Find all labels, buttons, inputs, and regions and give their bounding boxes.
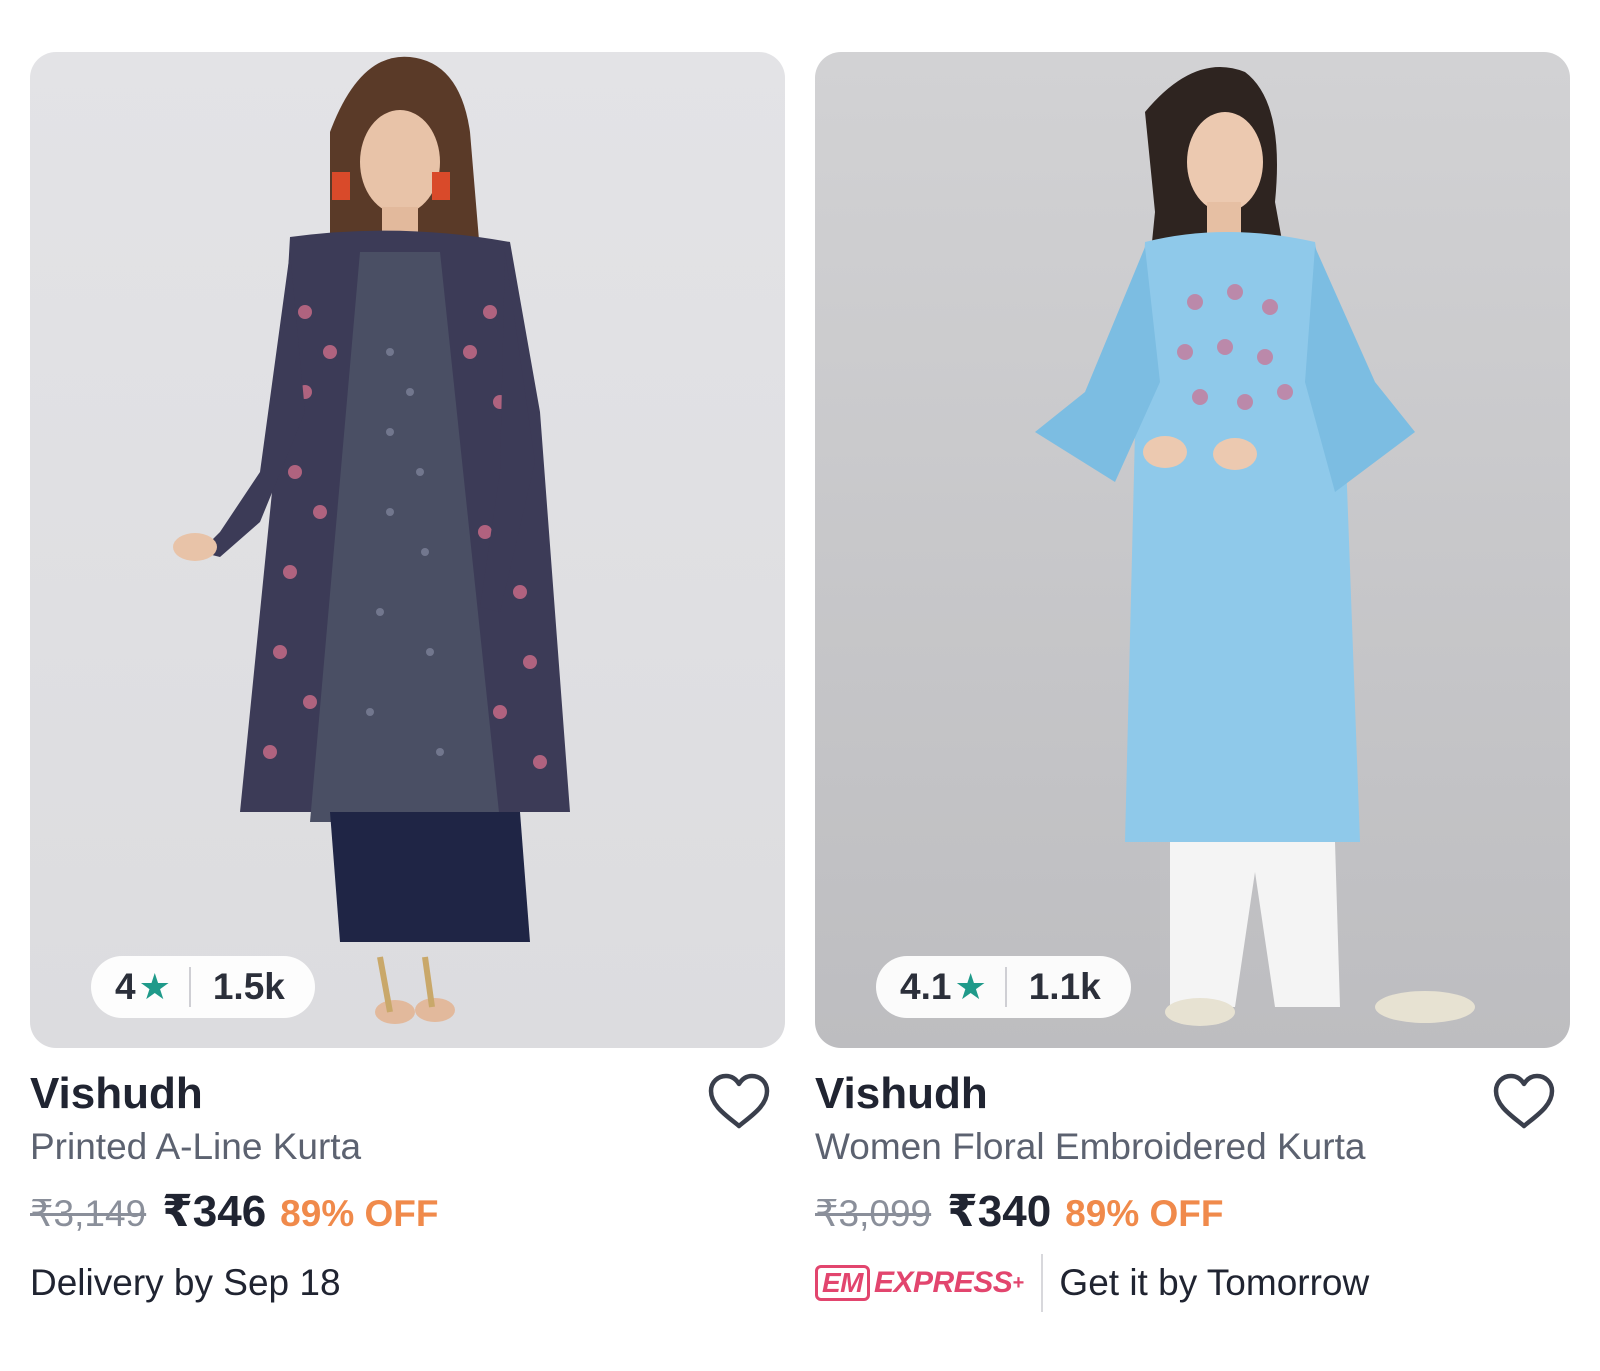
sale-price: ₹340 [947, 1187, 1052, 1236]
express-logo-icon: EM [815, 1265, 870, 1301]
wishlist-button[interactable] [1492, 1072, 1556, 1132]
delivery-row: Delivery by Sep 18 [30, 1254, 785, 1312]
delivery-row: EM EXPRESS + Get it by Tomorrow [815, 1254, 1570, 1312]
express-plus: + [1012, 1271, 1024, 1294]
price-row: ₹3,149 ₹346 89% OFF [30, 1186, 785, 1236]
product-photo [173, 56, 570, 1024]
product-photo [1035, 67, 1475, 1026]
product-image[interactable]: 4 ★ 1.5k [30, 52, 785, 1048]
wishlist-button[interactable] [707, 1072, 771, 1132]
express-divider [1041, 1254, 1044, 1312]
product-card[interactable]: 4 ★ 1.5k Vishudh Printed A-Line Kurta ₹3… [30, 52, 785, 1312]
discount-label: 89% OFF [1065, 1193, 1224, 1234]
delivery-text: Get it by Tomorrow [1059, 1262, 1370, 1303]
delivery-text: Delivery by Sep 18 [30, 1262, 341, 1303]
rating-badge: 4.1 ★ 1.1k [876, 956, 1131, 1018]
original-price: ₹3,099 [815, 1193, 932, 1234]
rating-value: 4.1 [900, 966, 952, 1007]
rating-divider [1004, 967, 1007, 1007]
product-image[interactable]: 4.1 ★ 1.1k [815, 52, 1570, 1048]
product-card[interactable]: 4.1 ★ 1.1k Vishudh Women Floral Embroide… [815, 52, 1570, 1312]
rating-value: 4 [115, 966, 136, 1007]
express-badge: EM EXPRESS + [815, 1265, 1024, 1301]
heart-outline-icon [1493, 1073, 1555, 1129]
product-brand: Vishudh [815, 1069, 988, 1118]
discount-label: 89% OFF [280, 1193, 439, 1234]
product-title: Printed A-Line Kurta [30, 1126, 362, 1167]
star-icon: ★ [138, 966, 171, 1007]
price-row: ₹3,099 ₹340 89% OFF [815, 1186, 1570, 1236]
product-info: Vishudh Printed A-Line Kurta ₹3,149 ₹346… [30, 1048, 785, 1312]
product-brand: Vishudh [30, 1069, 203, 1118]
rating-count: 1.5k [212, 966, 285, 1007]
rating-divider [188, 967, 191, 1007]
product-info: Vishudh Women Floral Embroidered Kurta ₹… [815, 1048, 1570, 1312]
rating-count: 1.1k [1028, 966, 1101, 1007]
express-label: EXPRESS [874, 1266, 1013, 1299]
heart-outline-icon [708, 1073, 770, 1129]
original-price: ₹3,149 [30, 1193, 147, 1234]
star-icon: ★ [954, 966, 987, 1007]
product-title: Women Floral Embroidered Kurta [815, 1126, 1366, 1167]
rating-badge: 4 ★ 1.5k [91, 956, 315, 1018]
sale-price: ₹346 [162, 1187, 267, 1236]
